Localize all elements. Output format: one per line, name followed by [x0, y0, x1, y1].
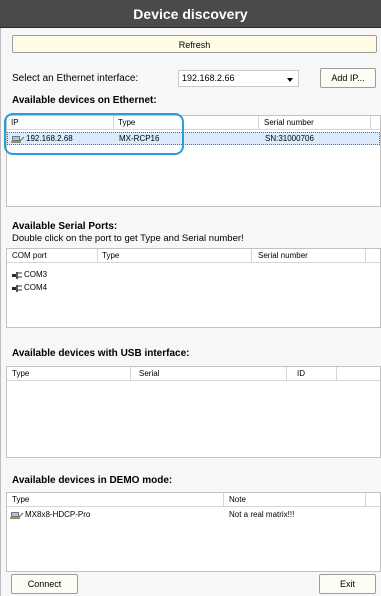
demo-section-title: Available devices in DEMO mode: [12, 475, 173, 486]
column-separator [286, 367, 287, 381]
column-separator [97, 249, 98, 263]
column-header-serial[interactable]: Serial [139, 369, 159, 378]
serial-hint: Double click on the port to get Type and… [12, 233, 244, 244]
ethernet-section-title: Available devices on Ethernet: [12, 95, 157, 106]
selection-highlight-annotation [4, 113, 184, 155]
column-separator [223, 493, 224, 507]
usb-device-grid[interactable]: Type Serial ID [6, 366, 381, 458]
serial-port-icon [12, 285, 22, 292]
demo-grid-header: Type Note [7, 493, 380, 507]
serial-port-row[interactable]: COM3 [7, 269, 380, 282]
window-title: Device discovery [133, 6, 248, 22]
demo-device-grid[interactable]: Type Note MX8x8-HDCP-Pro Not a real matr… [6, 492, 381, 572]
column-header-serial[interactable]: Serial number [258, 251, 308, 260]
ethernet-interface-value: 192.168.2.66 [182, 73, 235, 83]
ethernet-interface-label: Select an Ethernet interface: [12, 73, 139, 84]
serial-grid-header: COM port Type Serial number [7, 249, 380, 263]
usb-grid-header: Type Serial ID [7, 367, 380, 381]
column-separator [365, 493, 366, 507]
ethernet-device-serial: SN:31000706 [265, 134, 314, 143]
column-separator [258, 116, 259, 130]
serial-port-icon [12, 272, 22, 279]
column-separator [130, 367, 131, 381]
demo-device-row[interactable]: MX8x8-HDCP-Pro Not a real matrix!!! [7, 509, 380, 522]
column-separator [336, 367, 337, 381]
column-header-type[interactable]: Type [12, 495, 29, 504]
column-header-type[interactable]: Type [102, 251, 119, 260]
chevron-down-icon[interactable] [287, 78, 293, 82]
column-separator [365, 249, 366, 263]
exit-button[interactable]: Exit [319, 574, 376, 594]
ethernet-interface-select[interactable]: 192.168.2.66 [178, 70, 299, 87]
serial-port-grid[interactable]: COM port Type Serial number COM3 COM4 [6, 248, 381, 328]
add-ip-button[interactable]: Add IP... [320, 68, 376, 88]
column-header-com-port[interactable]: COM port [12, 251, 47, 260]
column-separator [370, 116, 371, 130]
refresh-button[interactable]: Refresh [12, 35, 377, 53]
demo-device-type: MX8x8-HDCP-Pro [25, 510, 91, 519]
column-header-serial[interactable]: Serial number [264, 118, 314, 127]
title-bar: Device discovery [0, 0, 381, 28]
usb-section-title: Available devices with USB interface: [12, 348, 190, 359]
column-header-id[interactable]: ID [297, 369, 305, 378]
column-separator [251, 249, 252, 263]
serial-port-row[interactable]: COM4 [7, 282, 380, 295]
network-device-icon [10, 512, 24, 519]
column-header-note[interactable]: Note [229, 495, 246, 504]
serial-section-title: Available Serial Ports: [12, 221, 118, 232]
serial-port-name: COM3 [24, 270, 48, 279]
serial-port-name: COM4 [24, 283, 48, 292]
demo-device-note: Not a real matrix!!! [229, 510, 295, 519]
connect-button[interactable]: Connect [11, 574, 78, 594]
column-header-type[interactable]: Type [12, 369, 29, 378]
